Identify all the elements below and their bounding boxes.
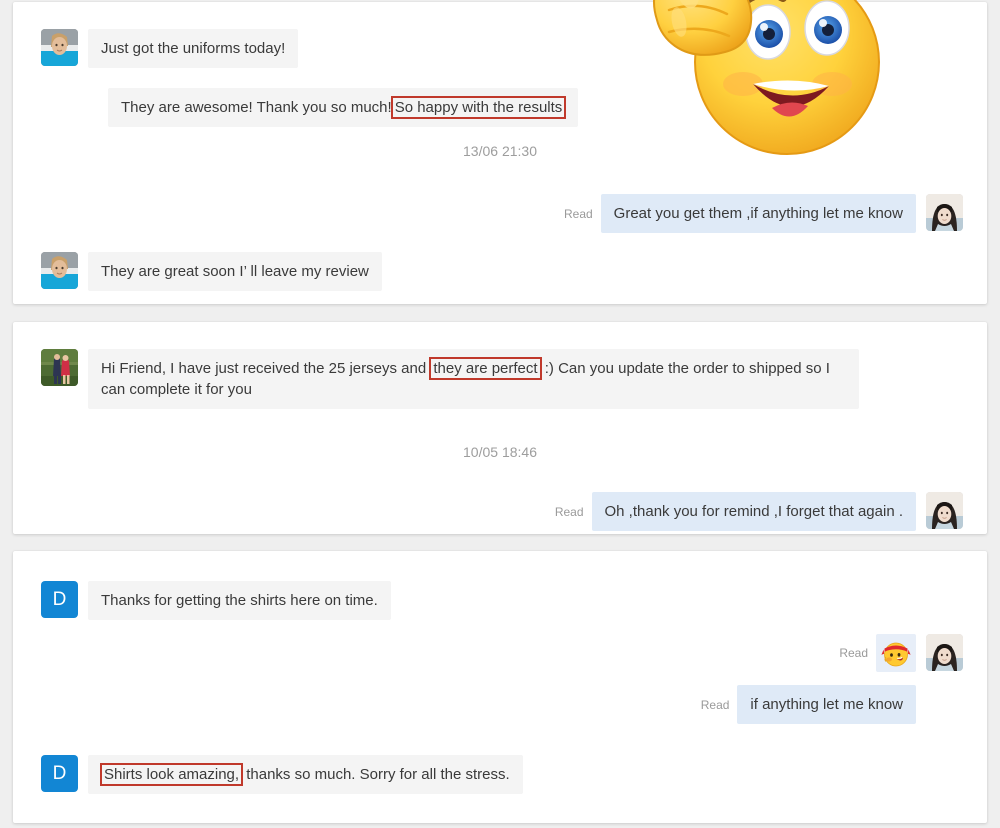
message-row-incoming[interactable]: Hi Friend, I have just received the 25 j… xyxy=(41,349,859,409)
conversation-card-3[interactable]: D Thanks for getting the shirts here on … xyxy=(13,551,987,823)
conversation-timestamp: 13/06 21:30 xyxy=(463,143,537,159)
message-row-outgoing[interactable]: Read if anything let me know xyxy=(701,685,916,724)
message-row-incoming[interactable]: They are awesome! Thank you so much! So h… xyxy=(108,88,579,127)
message-bubble-incoming[interactable]: They are great soon I’ ll leave my revie… xyxy=(88,252,382,291)
message-bubble-incoming[interactable]: They are awesome! Thank you so much! So h… xyxy=(108,88,579,127)
determined-headband-emoji xyxy=(881,642,911,672)
message-row-incoming[interactable]: D Shirts look amazing, thanks so much. S… xyxy=(41,755,523,794)
read-receipt-label: Read xyxy=(700,697,730,712)
letter-d-avatar[interactable]: D xyxy=(41,755,78,792)
dark-haired-woman-avatar[interactable] xyxy=(926,492,963,529)
conversation-timestamp: 10/05 18:46 xyxy=(463,444,537,460)
message-bubble-incoming[interactable]: Thanks for getting the shirts here on ti… xyxy=(88,581,391,620)
message-text-after: thanks so much. Sorry for all the stress… xyxy=(242,766,510,783)
message-bubble-outgoing[interactable]: Great you get them ,if anything let me k… xyxy=(600,194,916,233)
woman-blue-top-avatar[interactable] xyxy=(41,252,78,289)
letter-d-avatar[interactable]: D xyxy=(41,581,78,618)
message-row-incoming[interactable]: D Thanks for getting the shirts here on … xyxy=(41,581,391,620)
highlighted-phrase: So happy with the results xyxy=(390,96,567,119)
highlighted-phrase: Shirts look amazing, xyxy=(100,763,244,786)
message-bubble-incoming[interactable]: Just got the uniforms today! xyxy=(88,29,299,68)
message-bubble-outgoing[interactable]: if anything let me know xyxy=(737,685,916,724)
message-text-before: Hi Friend, I have just received the 25 j… xyxy=(101,360,431,377)
conversation-card-2[interactable]: Hi Friend, I have just received the 25 j… xyxy=(13,322,987,534)
read-receipt-label: Read xyxy=(563,206,593,221)
message-row-incoming[interactable]: Just got the uniforms today! xyxy=(41,29,299,68)
read-receipt-label: Read xyxy=(839,646,868,660)
highlighted-phrase: they are perfect xyxy=(429,357,542,380)
message-row-outgoing[interactable]: Read xyxy=(839,634,963,672)
message-row-outgoing[interactable]: Read Oh ,thank you for remind ,I forget … xyxy=(555,492,963,531)
message-row-outgoing[interactable]: Read Great you get them ,if anything let… xyxy=(564,194,963,233)
message-bubble-emoji[interactable] xyxy=(876,634,916,672)
conversation-card-1[interactable]: Just got the uniforms today! They are aw… xyxy=(13,0,987,304)
chat-screenshot-page: Just got the uniforms today! They are aw… xyxy=(0,0,1000,828)
woman-blue-top-avatar[interactable] xyxy=(41,29,78,66)
message-text-plain: They are awesome! Thank you so much! xyxy=(121,99,392,116)
dark-haired-woman-avatar[interactable] xyxy=(926,634,963,671)
message-row-incoming[interactable]: They are great soon I’ ll leave my revie… xyxy=(41,252,382,291)
message-bubble-incoming[interactable]: Hi Friend, I have just received the 25 j… xyxy=(88,349,859,409)
read-receipt-label: Read xyxy=(554,504,584,519)
message-bubble-outgoing[interactable]: Oh ,thank you for remind ,I forget that … xyxy=(591,492,916,531)
couple-outdoors-avatar[interactable] xyxy=(41,349,78,386)
dark-haired-woman-avatar[interactable] xyxy=(926,194,963,231)
message-bubble-incoming[interactable]: Shirts look amazing, thanks so much. Sor… xyxy=(88,755,523,794)
